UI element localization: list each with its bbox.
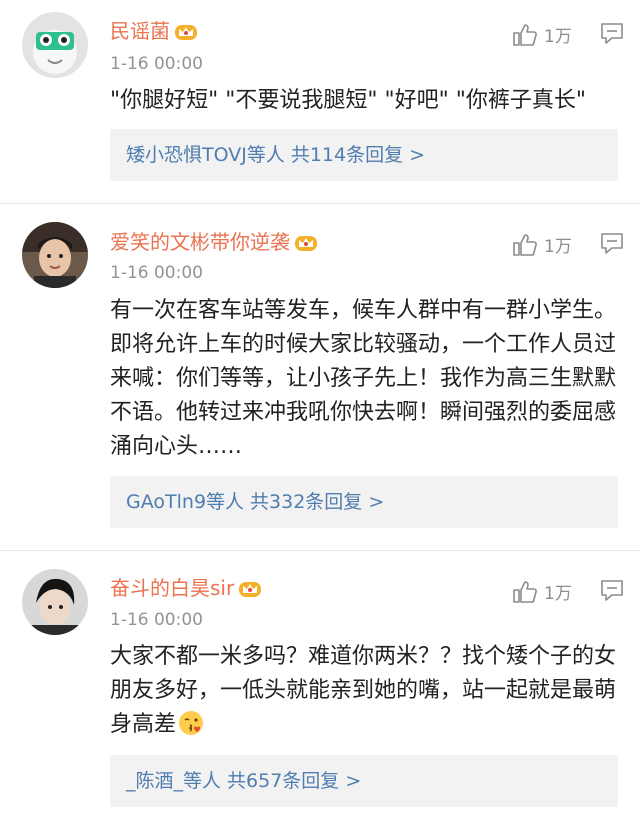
comment-item: 爱笑的文彬带你逆袭 1-16 00:00 1万 有一次在客车站等发车，候车人群中… [0,204,640,544]
replies-link[interactable]: GAoTln9等人 共332条回复 > [110,476,618,528]
comment-item: 民谣菌 1-16 00:00 1万 "你腿好短" "不要说我腿短" "好吧" "… [0,0,640,200]
comment-time: 1-16 00:00 [110,610,203,630]
username[interactable]: 爱笑的文彬带你逆袭 [110,229,318,255]
vip-crown-icon [295,236,317,251]
thumb-up-icon [513,580,537,603]
reply-count[interactable]: 共114条回复 > [291,144,425,166]
like-count: 1万 [544,584,572,604]
vip-crown-icon [175,25,197,40]
avatar[interactable] [22,569,88,635]
avatar[interactable] [22,12,88,78]
reply-users[interactable]: 矮小恐惧TOVJ等人 [126,144,285,166]
avatar[interactable] [22,222,88,288]
comment-text: 大家不都一米多吗？难道你两米？？找个矮个子的女朋友多好，一低头就能亲到她的嘴，站… [110,640,622,742]
reply-users[interactable]: _陈酒_等人 [126,770,221,792]
comment-icon[interactable] [600,22,624,44]
username[interactable]: 民谣菌 [110,18,198,44]
like-count: 1万 [544,27,572,47]
comment-icon[interactable] [600,232,624,254]
like-count: 1万 [544,237,572,257]
replies-link[interactable]: 矮小恐惧TOVJ等人 共114条回复 > [110,129,618,181]
kiss-emoji-icon [179,711,204,735]
comment-text: "你腿好短" "不要说我腿短" "好吧" "你裤子真长" [110,88,586,113]
replies-link[interactable]: _陈酒_等人 共657条回复 > [110,755,618,807]
thumb-up-icon [513,233,537,256]
reply-count[interactable]: 共657条回复 > [227,770,361,792]
comment-time: 1-16 00:00 [110,54,203,74]
like-button[interactable]: 1万 [512,22,572,47]
reply-users[interactable]: GAoTln9等人 [126,491,244,513]
like-button[interactable]: 1万 [512,232,572,257]
vip-crown-icon [239,582,262,597]
comment-time: 1-16 00:00 [110,263,203,283]
username[interactable]: 奋斗的白昊sir [110,575,262,601]
comment-item: 奋斗的白昊sir 1-16 00:00 1万 大家不都一米多吗？难道你两米？？找… [0,551,640,821]
like-button[interactable]: 1万 [512,579,572,604]
thumb-up-icon [513,23,537,46]
reply-count[interactable]: 共332条回复 > [250,491,384,513]
comment-text: 有一次在客车站等发车，候车人群中有一群小学生。即将允许上车的时候大家比较骚动，一… [110,298,617,459]
comment-icon[interactable] [600,579,624,601]
